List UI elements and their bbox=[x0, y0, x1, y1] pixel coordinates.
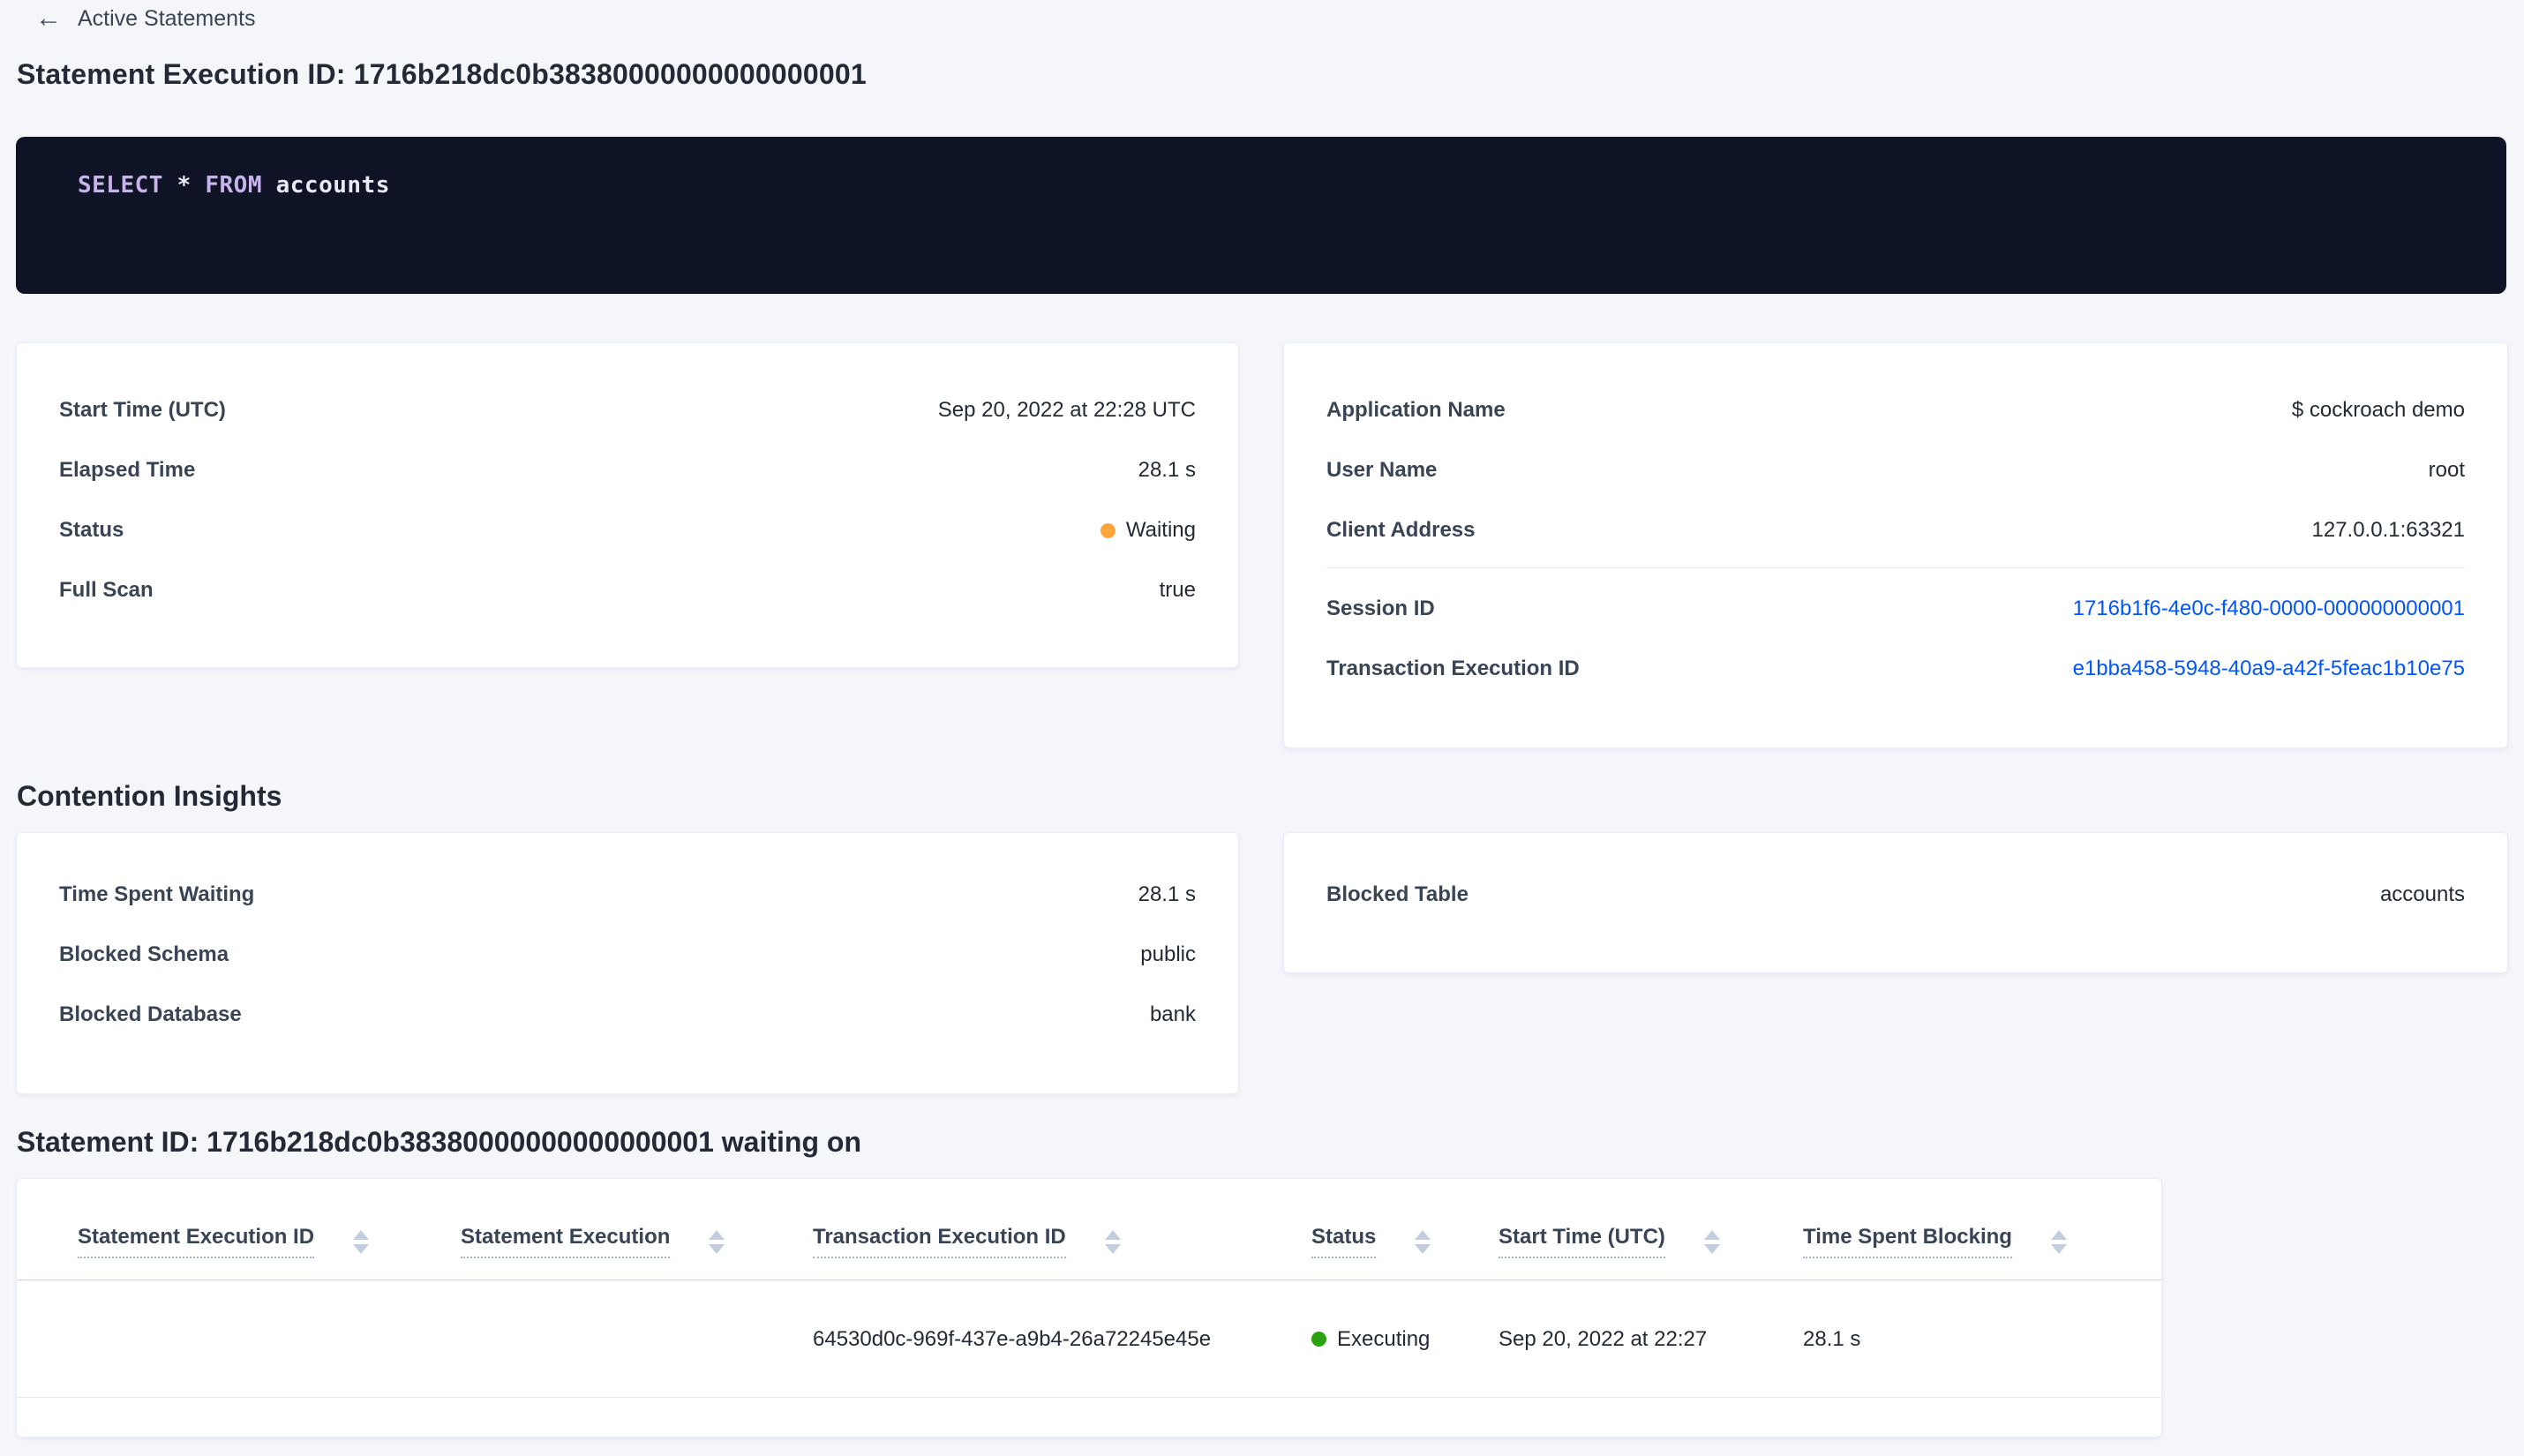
column-header-transaction-execution-id: Transaction Execution ID bbox=[813, 1225, 1311, 1258]
sort-carets-icon[interactable] bbox=[1703, 1229, 1720, 1254]
table-row: 64530d0c-969f-437e-a9b4-26a72245e45e Exe… bbox=[17, 1281, 2161, 1398]
sql-table-name: accounts bbox=[275, 172, 390, 199]
session-id-label: Session ID bbox=[1326, 597, 1435, 620]
cell-transaction-execution-id: 64530d0c-969f-437e-a9b4-26a72245e45e bbox=[813, 1326, 1212, 1351]
statement-execution-details-page: ← Active Statements Statement Execution … bbox=[0, 0, 2524, 1456]
cell-time-spent-blocking: 28.1 s bbox=[1803, 1326, 1861, 1351]
contention-insights-heading: Contention Insights bbox=[17, 780, 282, 812]
contention-waiting-card: Time Spent Waiting 28.1 s Blocked Schema… bbox=[16, 832, 1239, 1094]
transaction-execution-id-row: Transaction Execution ID e1bba458-5948-4… bbox=[1326, 639, 2465, 699]
waiting-on-heading: Statement ID: 1716b218dc0b38380000000000… bbox=[17, 1126, 861, 1158]
client-address-value: 127.0.0.1:63321 bbox=[2311, 518, 2466, 542]
execution-details-card: Start Time (UTC) Sep 20, 2022 at 22:28 U… bbox=[16, 342, 1239, 668]
blocked-table-row: Blocked Table accounts bbox=[1326, 865, 2465, 925]
cell-status: Executing bbox=[1311, 1327, 1499, 1352]
column-header-statement-execution-label[interactable]: Statement Execution bbox=[461, 1225, 671, 1258]
orange-dot-icon bbox=[1100, 522, 1116, 538]
cell-status-text: Executing bbox=[1337, 1326, 1431, 1351]
sql-statement-text: SELECT * FROM accounts bbox=[78, 172, 2445, 199]
sort-carets-icon[interactable] bbox=[1104, 1229, 1121, 1254]
session-id-row: Session ID 1716b1f6-4e0c-f480-0000-00000… bbox=[1326, 579, 2465, 639]
column-header-statement-execution-id-label[interactable]: Statement Execution ID bbox=[78, 1225, 315, 1258]
time-spent-waiting-row: Time Spent Waiting 28.1 s bbox=[59, 865, 1196, 925]
sort-carets-icon[interactable] bbox=[1415, 1229, 1431, 1254]
sort-carets-icon[interactable] bbox=[353, 1229, 370, 1254]
status-label: Status bbox=[59, 518, 124, 542]
arrow-left-icon: ← bbox=[35, 4, 62, 33]
elapsed-time-row: Elapsed Time 28.1 s bbox=[59, 440, 1196, 500]
page-title: Statement Execution ID: 1716b218dc0b3838… bbox=[17, 58, 867, 90]
user-name-label: User Name bbox=[1326, 458, 1438, 482]
session-details-card: Application Name $ cockroach demo User N… bbox=[1283, 342, 2508, 748]
column-header-start-time-label[interactable]: Start Time (UTC) bbox=[1499, 1225, 1665, 1258]
user-name-value: root bbox=[2428, 458, 2465, 482]
blocked-schema-row: Blocked Schema public bbox=[59, 925, 1196, 985]
column-header-transaction-execution-id-label[interactable]: Transaction Execution ID bbox=[813, 1225, 1066, 1258]
status-value: Waiting bbox=[1100, 518, 1196, 543]
transaction-execution-id-link[interactable]: e1bba458-5948-40a9-a42f-5feac1b10e75 bbox=[2073, 657, 2465, 681]
start-time-value: Sep 20, 2022 at 22:28 UTC bbox=[937, 398, 1196, 422]
full-scan-label: Full Scan bbox=[59, 578, 154, 602]
time-spent-waiting-label: Time Spent Waiting bbox=[59, 882, 255, 906]
blocked-table-label: Blocked Table bbox=[1326, 882, 1469, 906]
full-scan-row: Full Scan true bbox=[59, 560, 1196, 620]
session-card-divider bbox=[1326, 567, 2465, 568]
table-header-row: Statement Execution ID Statement Executi… bbox=[17, 1179, 2161, 1280]
sql-keyword-from: FROM bbox=[205, 172, 262, 199]
user-name-row: User Name root bbox=[1326, 440, 2465, 500]
cell-start-time: Sep 20, 2022 at 22:27 bbox=[1499, 1326, 1708, 1351]
session-id-link[interactable]: 1716b1f6-4e0c-f480-0000-000000000001 bbox=[2073, 597, 2465, 621]
client-address-row: Client Address 127.0.0.1:63321 bbox=[1326, 500, 2465, 560]
application-name-row: Application Name $ cockroach demo bbox=[1326, 380, 2465, 440]
sort-carets-icon[interactable] bbox=[2050, 1229, 2067, 1254]
back-link-label: Active Statements bbox=[78, 5, 256, 31]
waiting-on-table: Statement Execution ID Statement Executi… bbox=[16, 1178, 2162, 1437]
column-header-statement-execution-id: Statement Execution ID bbox=[78, 1225, 461, 1258]
sql-keyword-select: SELECT bbox=[78, 172, 163, 199]
sql-statement-box: SELECT * FROM accounts bbox=[16, 137, 2506, 294]
elapsed-time-value: 28.1 s bbox=[1138, 458, 1196, 482]
transaction-execution-id-label: Transaction Execution ID bbox=[1326, 657, 1580, 680]
green-dot-icon bbox=[1311, 1332, 1326, 1347]
contention-blocked-card: Blocked Table accounts bbox=[1283, 832, 2508, 973]
blocked-database-row: Blocked Database bank bbox=[59, 985, 1196, 1045]
application-name-label: Application Name bbox=[1326, 398, 1506, 422]
start-time-label: Start Time (UTC) bbox=[59, 398, 226, 422]
blocked-database-value: bank bbox=[1149, 1002, 1196, 1026]
column-header-time-spent-blocking: Time Spent Blocking bbox=[1803, 1225, 2138, 1258]
status-row: Status Waiting bbox=[59, 500, 1196, 560]
blocked-database-label: Blocked Database bbox=[59, 1002, 242, 1026]
blocked-schema-label: Blocked Schema bbox=[59, 942, 229, 966]
start-time-row: Start Time (UTC) Sep 20, 2022 at 22:28 U… bbox=[59, 380, 1196, 440]
sql-star: * bbox=[177, 172, 192, 199]
column-header-status: Status bbox=[1311, 1225, 1499, 1258]
column-header-statement-execution: Statement Execution bbox=[461, 1225, 813, 1258]
status-value-text: Waiting bbox=[1125, 518, 1196, 542]
elapsed-time-label: Elapsed Time bbox=[59, 458, 196, 482]
time-spent-waiting-value: 28.1 s bbox=[1138, 882, 1196, 906]
application-name-value: $ cockroach demo bbox=[2291, 398, 2465, 422]
column-header-status-label[interactable]: Status bbox=[1311, 1225, 1377, 1258]
blocked-schema-value: public bbox=[1140, 942, 1196, 966]
client-address-label: Client Address bbox=[1326, 518, 1476, 542]
column-header-time-spent-blocking-label[interactable]: Time Spent Blocking bbox=[1803, 1225, 2012, 1258]
sort-carets-icon[interactable] bbox=[709, 1229, 725, 1254]
blocked-table-value: accounts bbox=[2379, 882, 2465, 906]
back-to-active-statements-link[interactable]: ← Active Statements bbox=[35, 0, 255, 37]
full-scan-value: true bbox=[1159, 578, 1196, 602]
column-header-start-time: Start Time (UTC) bbox=[1499, 1225, 1803, 1258]
